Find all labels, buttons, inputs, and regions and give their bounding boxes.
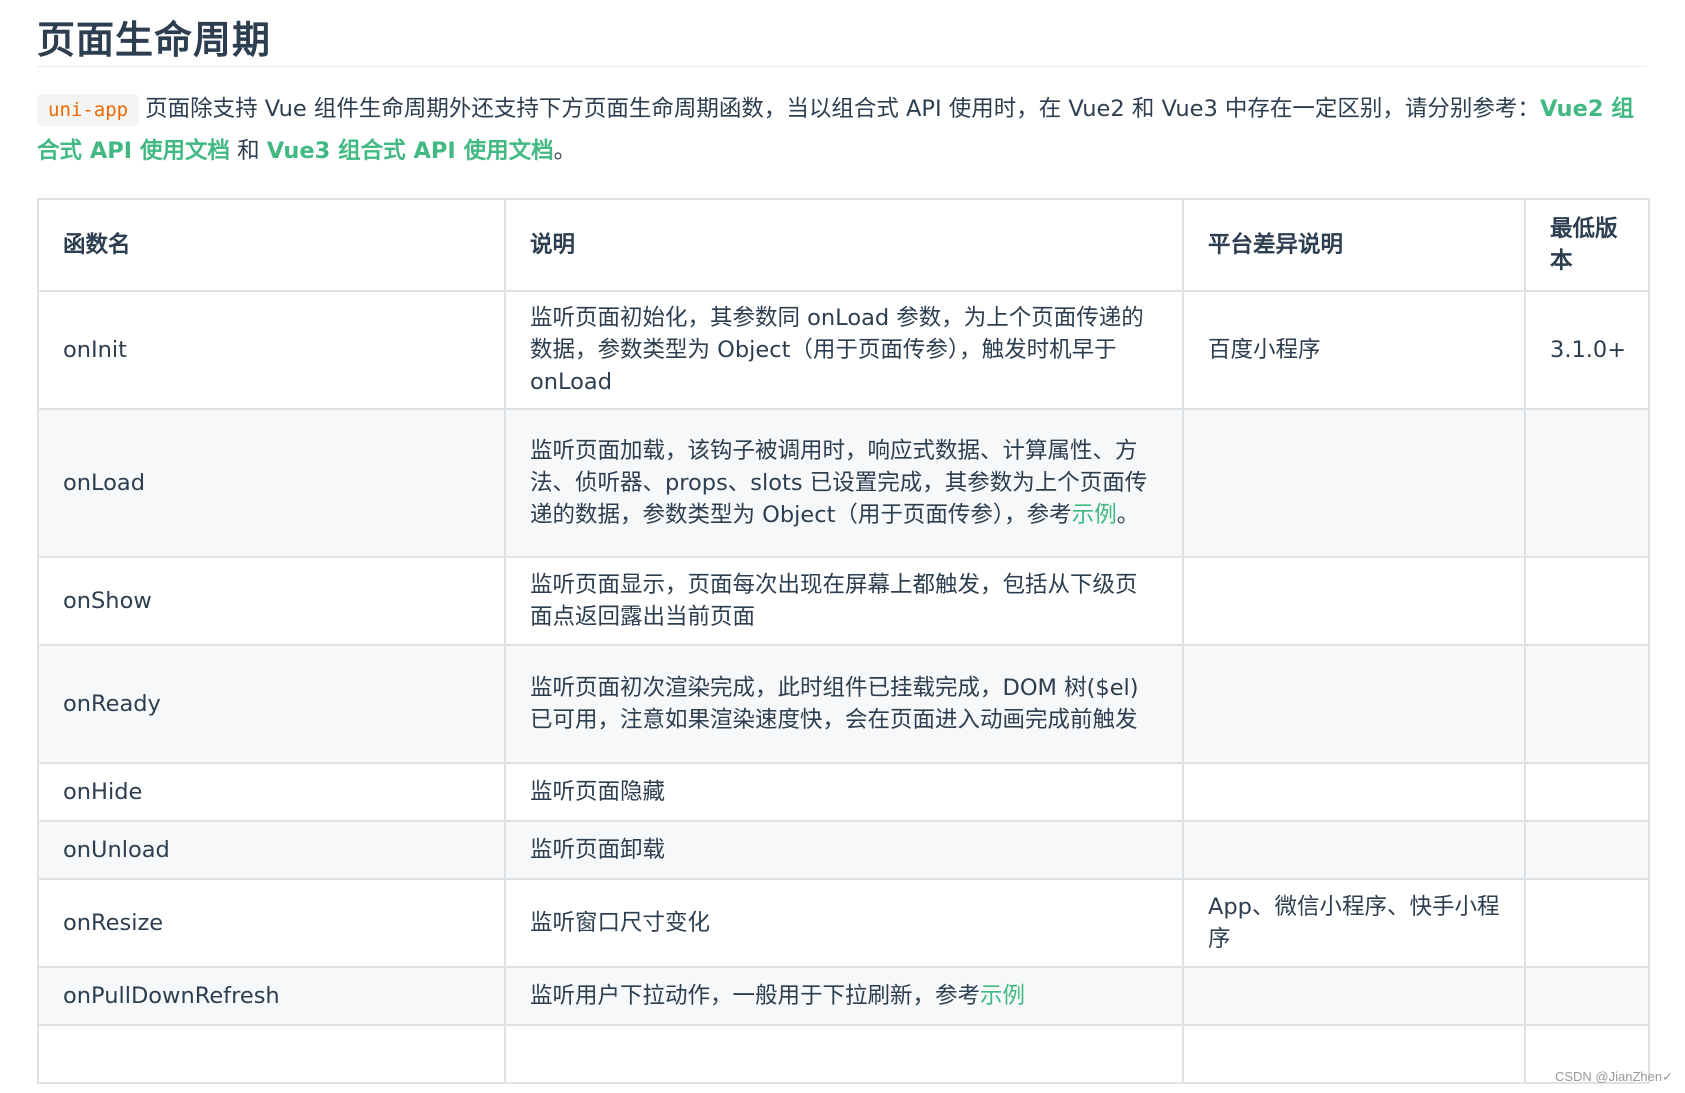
cell-min-version <box>1524 878 1650 968</box>
example-link[interactable]: 示例 <box>1072 502 1117 528</box>
cell-description: 监听页面卸载 <box>504 820 1184 880</box>
cell-description: 监听用户下拉动作，一般用于下拉刷新，参考示例 <box>504 966 1184 1026</box>
cell-min-version: 3.1.0+ <box>1524 290 1650 410</box>
cell-function-name: onReady <box>37 644 506 764</box>
cell-min-version <box>1524 966 1650 1026</box>
intro-text-end: 。 <box>553 138 577 164</box>
cell-description-suffix: 。 <box>1116 502 1140 528</box>
table-row-partial <box>37 1024 1650 1084</box>
cell-platform <box>1182 966 1526 1026</box>
example-link[interactable]: 示例 <box>980 983 1025 1009</box>
lifecycle-table: 函数名 说明 平台差异说明 最低版本 onInit 监听页面初始化，其参数同 o… <box>37 198 1650 1084</box>
header-function-name: 函数名 <box>37 198 506 292</box>
header-description: 说明 <box>504 198 1184 292</box>
cell-function-name: onShow <box>37 556 506 646</box>
header-min-version: 最低版本 <box>1524 198 1650 292</box>
cell-description <box>504 1024 1184 1084</box>
cell-platform <box>1182 644 1526 764</box>
doc-content: 页面生命周期 uni-app 页面除支持 Vue 组件生命周期外还支持下方页面生命… <box>37 0 1650 1084</box>
vue3-api-doc-link[interactable]: Vue3 组合式 API 使用文档 <box>267 138 554 164</box>
cell-description: 监听页面初次渲染完成，此时组件已挂载完成，DOM 树($el)已可用，注意如果渲… <box>504 644 1184 764</box>
cell-platform <box>1182 408 1526 558</box>
cell-min-version <box>1524 556 1650 646</box>
cell-min-version <box>1524 820 1650 880</box>
cell-description: 监听页面隐藏 <box>504 762 1184 822</box>
table-row: onLoad 监听页面加载，该钩子被调用时，响应式数据、计算属性、方法、侦听器、… <box>37 408 1650 558</box>
watermark: CSDN @JianZhen✓ <box>1554 1069 1673 1084</box>
cell-min-version <box>1524 762 1650 822</box>
cell-function-name: onLoad <box>37 408 506 558</box>
cell-function-name <box>37 1024 506 1084</box>
table-row: onInit 监听页面初始化，其参数同 onLoad 参数，为上个页面传递的数据… <box>37 290 1650 410</box>
cell-min-version <box>1524 408 1650 558</box>
cell-description: 监听页面显示，页面每次出现在屏幕上都触发，包括从下级页面点返回露出当前页面 <box>504 556 1184 646</box>
cell-description: 监听窗口尺寸变化 <box>504 878 1184 968</box>
table-row: onReady 监听页面初次渲染完成，此时组件已挂载完成，DOM 树($el)已… <box>37 644 1650 764</box>
cell-platform <box>1182 820 1526 880</box>
intro-text: 页面除支持 Vue 组件生命周期外还支持下方页面生命周期函数，当以组合式 API… <box>145 96 1540 122</box>
intro-paragraph: uni-app 页面除支持 Vue 组件生命周期外还支持下方页面生命周期函数，当以… <box>37 89 1647 172</box>
cell-function-name: onInit <box>37 290 506 410</box>
table-row: onHide 监听页面隐藏 <box>37 762 1650 822</box>
cell-description-text: 监听用户下拉动作，一般用于下拉刷新，参考 <box>530 983 981 1009</box>
cell-min-version <box>1524 644 1650 764</box>
header-platform: 平台差异说明 <box>1182 198 1526 292</box>
cell-description-text: 监听页面加载，该钩子被调用时，响应式数据、计算属性、方法、侦听器、props、s… <box>530 438 1148 528</box>
cell-platform <box>1182 1024 1526 1084</box>
cell-function-name: onResize <box>37 878 506 968</box>
table-header-row: 函数名 说明 平台差异说明 最低版本 <box>37 198 1650 292</box>
cell-function-name: onHide <box>37 762 506 822</box>
cell-function-name: onPullDownRefresh <box>37 966 506 1026</box>
table-row: onShow 监听页面显示，页面每次出现在屏幕上都触发，包括从下级页面点返回露出… <box>37 556 1650 646</box>
inline-code: uni-app <box>37 94 140 126</box>
page-title: 页面生命周期 <box>37 18 272 62</box>
cell-platform <box>1182 556 1526 646</box>
table-row: onPullDownRefresh 监听用户下拉动作，一般用于下拉刷新，参考示例 <box>37 966 1650 1026</box>
table-row: onUnload 监听页面卸载 <box>37 820 1650 880</box>
table-row: onResize 监听窗口尺寸变化 App、微信小程序、快手小程序 <box>37 878 1650 968</box>
cell-platform: App、微信小程序、快手小程序 <box>1182 878 1526 968</box>
cell-function-name: onUnload <box>37 820 506 880</box>
cell-platform <box>1182 762 1526 822</box>
cell-description: 监听页面加载，该钩子被调用时，响应式数据、计算属性、方法、侦听器、props、s… <box>504 408 1184 558</box>
cell-description: 监听页面初始化，其参数同 onLoad 参数，为上个页面传递的数据，参数类型为 … <box>504 290 1184 410</box>
title-divider <box>37 66 1647 67</box>
intro-text-middle: 和 <box>229 138 267 164</box>
cell-platform: 百度小程序 <box>1182 290 1526 410</box>
